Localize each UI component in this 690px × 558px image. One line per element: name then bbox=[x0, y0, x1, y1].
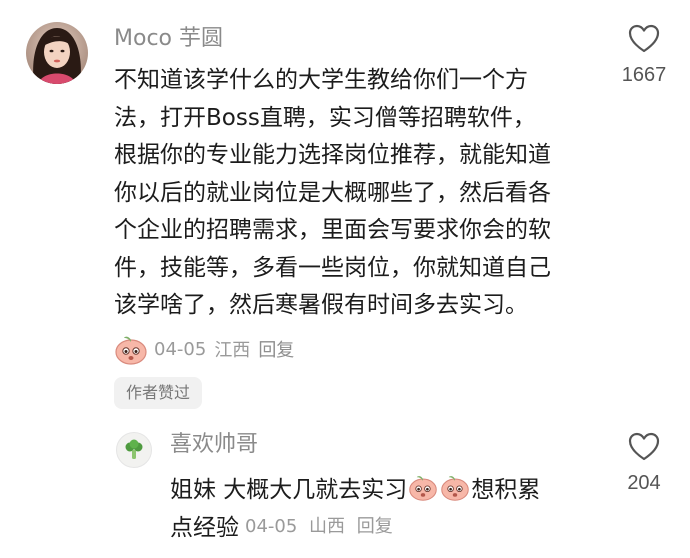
heart-icon[interactable] bbox=[628, 432, 660, 462]
comment-line: 不知道该学什么的大学生教给你们一个方 bbox=[114, 67, 528, 93]
reply-button[interactable]: 回复 bbox=[357, 516, 393, 537]
reply-location: 山西 bbox=[309, 516, 346, 537]
heart-icon[interactable] bbox=[628, 24, 660, 54]
comment-line: 你以后的就业岗位是大概哪些了，然后看各 bbox=[114, 179, 551, 206]
reply-username[interactable]: 喜欢帅哥 bbox=[170, 430, 258, 460]
comment-line: 该学啥了，然后寒暑假有时间多去实习。 bbox=[114, 292, 528, 318]
peach-sticker-icon bbox=[409, 476, 438, 501]
reply-button[interactable]: 回复 bbox=[258, 336, 294, 362]
reply-text: 想积累 bbox=[471, 477, 541, 503]
reply-text-line[interactable]: 点经验 04-05 山西 回复 bbox=[170, 507, 399, 543]
reply-text: 点经验 bbox=[170, 515, 239, 541]
comment-line: 个企业的招聘需求，里面会写要求你会的软 bbox=[114, 217, 551, 243]
peach-sticker-icon bbox=[441, 476, 470, 501]
reply-text-line[interactable]: 姐妹 大概大几就去实习 想积累 bbox=[170, 469, 540, 505]
like-column: 1667 bbox=[614, 24, 674, 87]
comment-thread: Moco 芋圆 不知道该学什么的大学生教给你们一个方 法，打开Boss直聘，实习… bbox=[0, 0, 690, 558]
comment-meta: 04-05 江西 回复 bbox=[114, 333, 302, 365]
comment-date: 04-05 bbox=[154, 338, 207, 360]
avatar[interactable] bbox=[26, 22, 88, 84]
comment-username[interactable]: Moco 芋圆 bbox=[114, 24, 223, 54]
comment-line: 件，技能等，多看一些岗位，你就知道自己 bbox=[114, 254, 551, 281]
reply-avatar[interactable] bbox=[116, 432, 152, 468]
comment-text[interactable]: 不知道该学什么的大学生教给你们一个方 法，打开Boss直聘，实习僧等招聘软件， … bbox=[114, 62, 600, 325]
reply-date: 04-05 bbox=[245, 516, 298, 537]
like-count: 204 bbox=[627, 472, 661, 494]
comment-line: 根据你的专业能力选择岗位推荐，就能知道 bbox=[114, 142, 551, 168]
comment-location: 江西 bbox=[214, 340, 251, 361]
reply-text: 姐妹 大概大几就去实习 bbox=[170, 477, 408, 503]
author-liked-badge: 作者赞过 bbox=[114, 377, 203, 409]
like-count: 1667 bbox=[621, 64, 667, 86]
peach-sticker-icon bbox=[115, 336, 147, 365]
reply-like-column: 204 bbox=[614, 432, 674, 495]
comment-line: 法，打开Boss直聘，实习僧等招聘软件， bbox=[114, 104, 536, 131]
broccoli-icon bbox=[125, 439, 143, 459]
reply-meta: 04-05 山西 回复 bbox=[245, 512, 399, 538]
